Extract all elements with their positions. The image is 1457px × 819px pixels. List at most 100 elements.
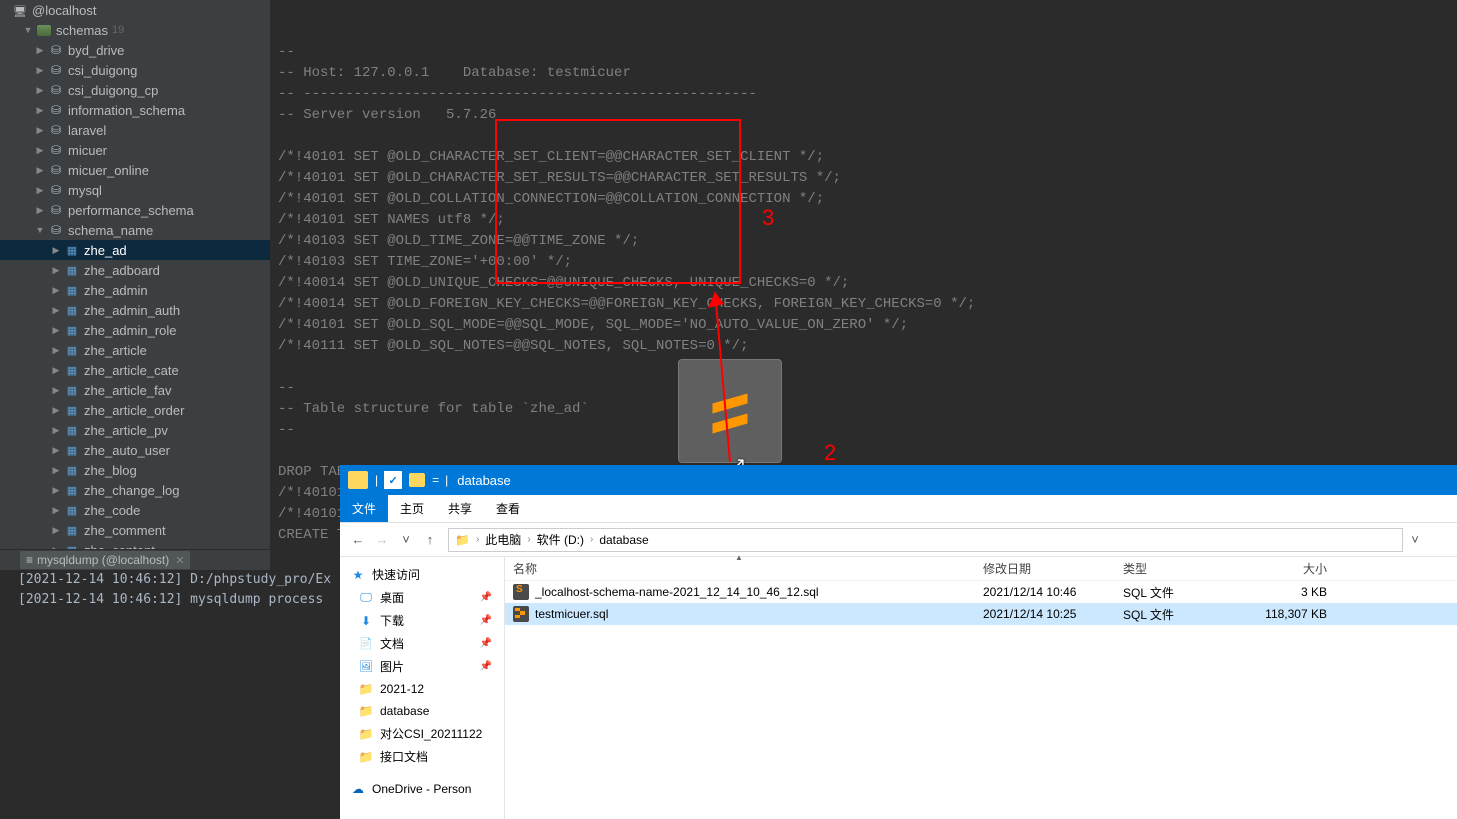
chevron-down-icon [22,24,34,36]
chevron-right-icon [34,64,46,76]
database-icon [48,143,64,157]
menu-share[interactable]: 共享 [436,495,484,522]
tree-table-item[interactable]: zhe_ad [0,240,270,260]
tree-table-item[interactable]: zhe_content [0,540,270,549]
nav-forward-button[interactable]: → [370,528,394,552]
col-header-name[interactable]: 名称 [505,560,975,577]
tree-table-label: zhe_code [84,503,140,518]
tree-table-label: zhe_article_fav [84,383,171,398]
crumb-item[interactable]: database [599,533,648,547]
table-icon [64,463,80,477]
check-icon: ✓ [384,471,402,489]
tree-table-item[interactable]: zhe_article_fav [0,380,270,400]
chevron-right-icon [34,164,46,176]
col-header-size[interactable]: 大小 [1235,560,1335,577]
nav-back-button[interactable]: ← [346,528,370,552]
breadcrumb[interactable]: 📁 › 此电脑 › 软件 (D:) › database [448,528,1403,552]
col-header-date[interactable]: 修改日期 [975,560,1115,577]
chevron-right-icon [34,104,46,116]
tree-db-label: csi_duigong [68,63,137,78]
separator: = [432,473,439,487]
tree-table-item[interactable]: zhe_admin_role [0,320,270,340]
nav-recent-dropdown[interactable]: ˅ [394,528,418,552]
crumb-item[interactable]: 软件 (D:) [537,531,584,548]
nav-onedrive[interactable]: OneDrive - Person [340,778,504,800]
file-name: testmicuer.sql [535,607,608,621]
nav-folder[interactable]: 2021-12 [340,678,504,700]
quick-access[interactable]: 快速访问 [340,563,504,586]
tree-db-item[interactable]: micuer_online [0,160,270,180]
folder-icon [348,471,368,489]
nav-up-button[interactable]: ↑ [418,528,442,552]
tree-db-item[interactable]: micuer [0,140,270,160]
sort-asc-icon: ▲ [735,553,743,562]
close-icon[interactable]: ✕ [175,554,184,567]
chevron-right-icon [34,184,46,196]
tree-db-item[interactable]: byd_drive [0,40,270,60]
menu-file[interactable]: 文件 [340,495,388,522]
tree-table-item[interactable]: zhe_auto_user [0,440,270,460]
database-icon [48,43,64,57]
tree-table-item[interactable]: zhe_article_order [0,400,270,420]
tree-schemas[interactable]: schemas 19 [0,20,270,40]
nav-folder[interactable]: database [340,700,504,722]
file-row[interactable]: testmicuer.sql2021/12/14 10:25SQL 文件118,… [505,603,1457,625]
tree-db-item[interactable]: performance_schema [0,200,270,220]
nav-pictures[interactable]: 图片📌 [340,655,504,678]
folder-icon [358,749,374,765]
tree-db-open[interactable]: schema_name [0,220,270,240]
tree-table-item[interactable]: zhe_article_pv [0,420,270,440]
star-icon [350,567,366,583]
database-icon [48,83,64,97]
column-headers[interactable]: 名称 修改日期 类型 大小 [505,557,1457,581]
file-row[interactable]: _localhost-schema-name-2021_12_14_10_46_… [505,581,1457,603]
tree-db-item[interactable]: csi_duigong [0,60,270,80]
tree-table-label: zhe_admin_auth [84,303,180,318]
tab-mysqldump[interactable]: mysqldump (@localhost) ✕ [20,551,190,569]
pin-icon: 📌 [480,661,492,672]
tree-db-label: mysql [68,183,102,198]
folder-icon [36,23,52,37]
tree-table-item[interactable]: zhe_code [0,500,270,520]
chevron-right-icon [34,144,46,156]
tree-table-item[interactable]: zhe_change_log [0,480,270,500]
tree-table-item[interactable]: zhe_article_cate [0,360,270,380]
menu-view[interactable]: 查看 [484,495,532,522]
nav-documents[interactable]: 文档📌 [340,632,504,655]
tree-table-item[interactable]: zhe_blog [0,460,270,480]
menu-home[interactable]: 主页 [388,495,436,522]
tree-host[interactable]: @localhost [0,0,270,20]
nav-folder[interactable]: 接口文档 [340,745,504,768]
tree-db-label: laravel [68,123,106,138]
download-icon [358,613,374,629]
chevron-right-icon [34,84,46,96]
tree-db-item[interactable]: information_schema [0,100,270,120]
nav-folder[interactable]: 对公CSI_20211122 [340,722,504,745]
crumb-dropdown[interactable]: ˅ [1403,528,1427,552]
file-type: SQL 文件 [1115,606,1235,623]
col-header-type[interactable]: 类型 [1115,560,1235,577]
table-icon [64,383,80,397]
tree-table-item[interactable]: zhe_admin_auth [0,300,270,320]
table-icon [64,323,80,337]
file-size: 118,307 KB [1235,607,1335,621]
tree-table-item[interactable]: zhe_admin [0,280,270,300]
nav-desktop[interactable]: 桌面📌 [340,586,504,609]
pin-icon: 📌 [480,592,492,603]
tree-table-item[interactable]: zhe_adboard [0,260,270,280]
tree-db-item[interactable]: csi_duigong_cp [0,80,270,100]
onedrive-icon [350,781,366,797]
chevron-right-icon [50,464,62,476]
crumb-item[interactable]: 此电脑 [485,531,521,548]
explorer-titlebar[interactable]: | ✓ = | database [340,465,1457,495]
tree-table-item[interactable]: zhe_comment [0,520,270,540]
tree-table-item[interactable]: zhe_article [0,340,270,360]
folder-icon [409,473,425,487]
database-icon [48,63,64,77]
tree-table-label: zhe_article_order [84,403,184,418]
tree-db-item[interactable]: laravel [0,120,270,140]
sublime-drag-preview [678,359,782,463]
nav-downloads[interactable]: 下载📌 [340,609,504,632]
tree-db-item[interactable]: mysql [0,180,270,200]
file-type: SQL 文件 [1115,584,1235,601]
